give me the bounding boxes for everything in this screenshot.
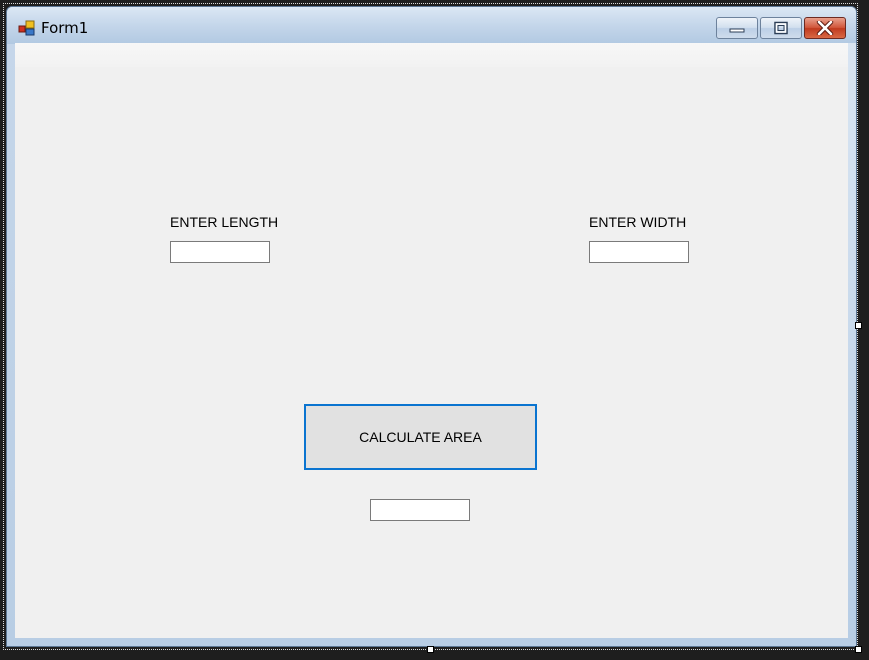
- form-window: Form1 ENTER LENGTH ENTER WIDTH CALCULATE…: [6, 6, 857, 647]
- window-title: Form1: [41, 19, 89, 37]
- maximize-icon: [761, 18, 801, 38]
- width-label: ENTER WIDTH: [589, 214, 687, 230]
- designer-surface: Form1 ENTER LENGTH ENTER WIDTH CALCULATE…: [0, 0, 869, 660]
- area-result-field[interactable]: [370, 499, 470, 521]
- client-top-band: [15, 43, 848, 67]
- resize-handle-right[interactable]: [855, 322, 862, 329]
- window-right-frame: [848, 43, 856, 638]
- minimize-button[interactable]: [716, 17, 758, 39]
- title-bar[interactable]: Form1: [7, 7, 856, 44]
- resize-handle-bottom[interactable]: [427, 646, 434, 653]
- form-client-area: ENTER LENGTH ENTER WIDTH CALCULATE AREA: [15, 43, 848, 638]
- close-button[interactable]: [804, 17, 846, 39]
- minimize-icon: [717, 18, 757, 38]
- calculate-area-button[interactable]: CALCULATE AREA: [304, 404, 537, 470]
- width-input[interactable]: [589, 241, 689, 263]
- length-label: ENTER LENGTH: [170, 214, 279, 230]
- form-app-icon: [18, 20, 35, 36]
- length-input[interactable]: [170, 241, 270, 263]
- close-icon: [805, 18, 845, 38]
- resize-handle-corner[interactable]: [855, 646, 862, 653]
- maximize-button[interactable]: [760, 17, 802, 39]
